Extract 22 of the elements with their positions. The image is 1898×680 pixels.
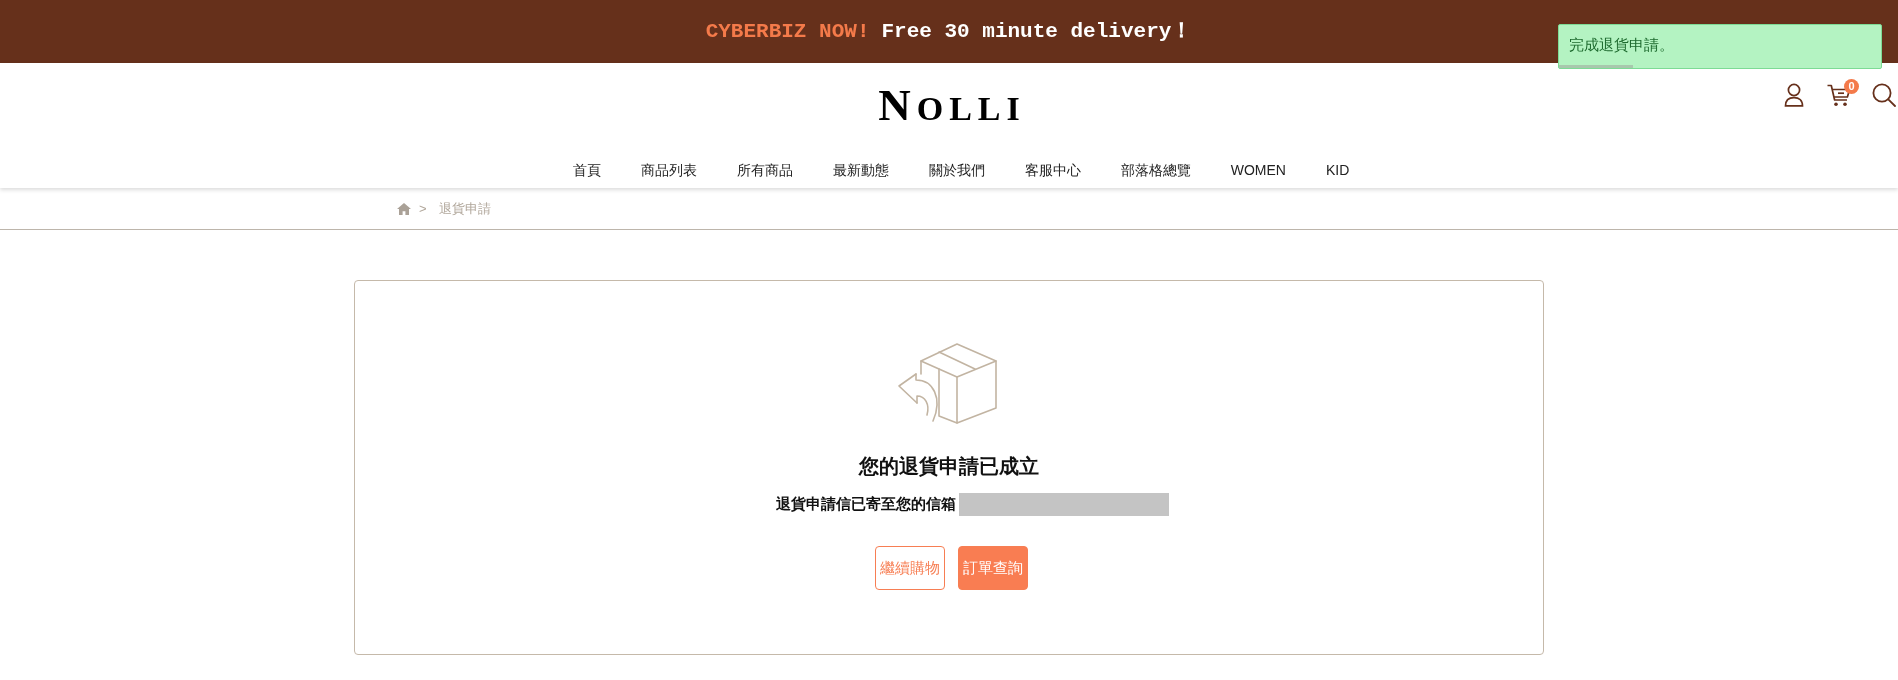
user-icon[interactable]	[1782, 83, 1806, 107]
breadcrumb-current: 退貨申請	[438, 199, 491, 218]
logo[interactable]: NOLLI	[872, 82, 1026, 132]
result-title: 您的退貨申請已成立	[859, 454, 1039, 479]
nav-link[interactable]: 部落格總覽	[1100, 159, 1211, 180]
nav-link[interactable]: 關於我們	[908, 159, 1005, 180]
nav-link[interactable]: 最新動態	[812, 159, 909, 180]
cart-icon[interactable]	[1827, 83, 1851, 107]
result-message: 退貨申請信已寄至您的信箱	[776, 494, 956, 514]
promo-text: Free 30 minute delivery！	[881, 18, 1193, 45]
nav-link[interactable]: 商品列表	[620, 159, 717, 180]
nav-link[interactable]: KID	[1305, 159, 1370, 180]
cart-count-badge: 0	[1844, 79, 1859, 94]
promo-highlight: CYBERBIZ NOW!	[705, 18, 870, 45]
breadcrumb-separator: >	[419, 201, 427, 216]
nav-link[interactable]: 首頁	[552, 159, 621, 180]
nav-link[interactable]: 客服中心	[1004, 159, 1101, 180]
nav-link[interactable]: WOMEN	[1210, 159, 1306, 180]
nav-link[interactable]: 所有商品	[716, 159, 813, 180]
toast-message: 完成退貨申請。	[1568, 34, 1675, 55]
search-icon[interactable]	[1872, 83, 1896, 107]
home-icon[interactable]	[397, 202, 411, 215]
